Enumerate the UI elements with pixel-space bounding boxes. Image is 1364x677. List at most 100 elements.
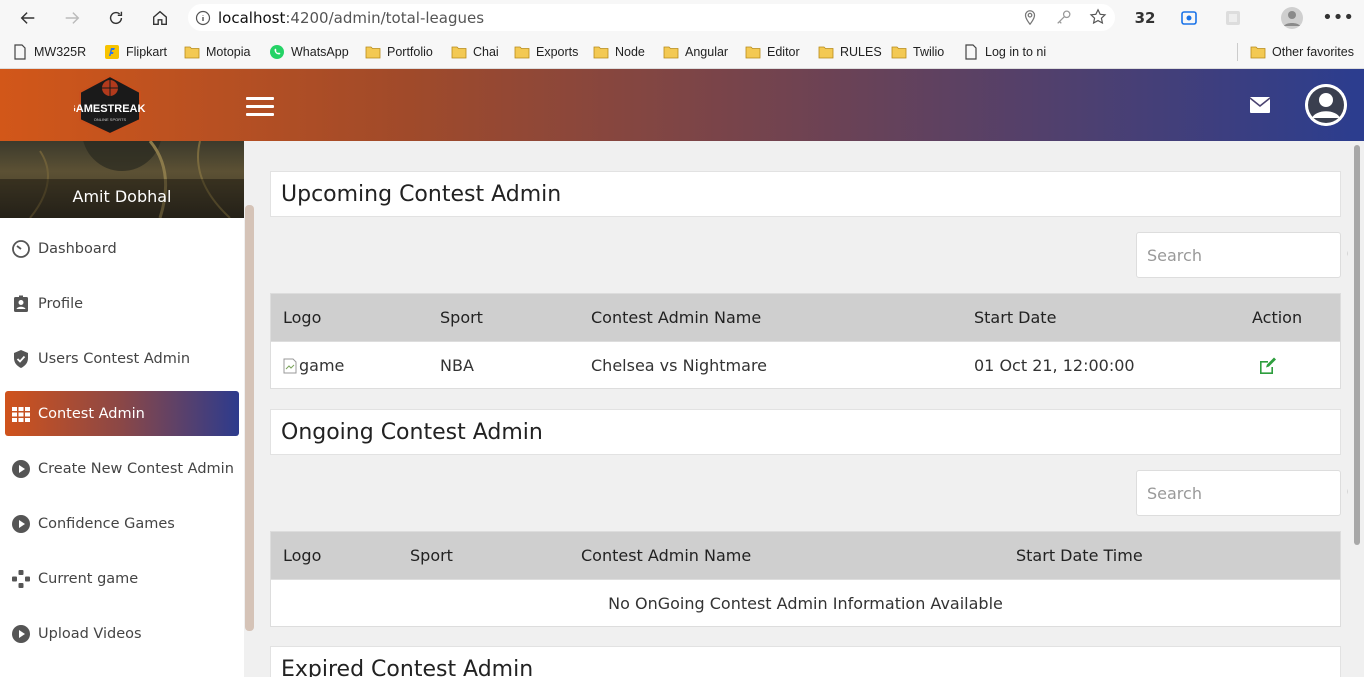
bookmark-label: WhatsApp (291, 45, 349, 59)
bookmark-item[interactable]: WhatsApp (269, 42, 349, 62)
more-dots-icon: ••• (1322, 7, 1354, 28)
sidebar-item-current-game[interactable]: Current game (5, 556, 239, 601)
folder-icon (184, 46, 200, 59)
forward-button[interactable] (50, 0, 94, 35)
folder-icon (891, 46, 907, 59)
bookmark-item[interactable]: Editor (745, 42, 800, 62)
site-info-icon[interactable] (188, 10, 218, 26)
back-arrow-icon (20, 11, 35, 24)
key-icon[interactable] (1055, 8, 1073, 26)
main-content: Upcoming Contest Admin Logo Sport Contes… (256, 141, 1348, 677)
column-header: Sport (440, 308, 483, 327)
bookmarks-divider (1237, 43, 1238, 61)
sidebar-item-dashboard[interactable]: Dashboard (5, 226, 239, 271)
page-scrollbar[interactable] (1348, 141, 1364, 677)
sidebar: Amit Dobhal Dashboard Profile Users Cont… (0, 141, 244, 677)
profile-banner: Amit Dobhal (0, 141, 244, 218)
edit-button[interactable] (1258, 342, 1278, 389)
refresh-icon (109, 11, 123, 24)
extension-badge[interactable]: 32 (1130, 0, 1160, 35)
game-logo-image: game (283, 342, 344, 389)
bookmark-label: Node (615, 45, 645, 59)
shield-check-icon (14, 349, 28, 368)
bookmark-item[interactable]: Flipkart (104, 42, 167, 62)
column-header: Start Date (974, 308, 1057, 327)
logo-text: GAMESTREAKS (74, 103, 146, 115)
sidebar-item-contest-admin[interactable]: Contest Admin (5, 391, 239, 436)
bookmark-label: Motopia (206, 45, 251, 59)
start-date-cell: 01 Oct 21, 12:00:00 (974, 356, 1135, 375)
ongoing-search-input[interactable] (1137, 483, 1347, 503)
more-menu-button[interactable]: ••• (1322, 0, 1354, 35)
back-button[interactable] (6, 0, 50, 35)
upcoming-search-input[interactable] (1137, 245, 1347, 265)
ongoing-table: Logo Sport Contest Admin Name Start Date… (270, 531, 1341, 627)
mail-icon (1249, 97, 1271, 113)
sidebar-item-profile[interactable]: Profile (5, 281, 239, 326)
flipkart-icon (105, 45, 119, 59)
sidebar-item-confidence-games[interactable]: Confidence Games (5, 501, 239, 546)
folder-icon (514, 46, 530, 59)
bookmark-item[interactable]: Log in to ni (963, 42, 1046, 62)
sidebar-item-create-new-contest-admin[interactable]: Create New Contest Admin (5, 446, 239, 491)
column-header: Contest Admin Name (581, 546, 752, 565)
bookmark-item[interactable]: Angular (663, 42, 728, 62)
bookmark-item[interactable]: Twilio (891, 42, 944, 62)
folder-icon (451, 46, 467, 59)
sidebar-item-users-contest-admin[interactable]: Users Contest Admin (5, 336, 239, 381)
column-header: Logo (283, 546, 322, 565)
mail-button[interactable] (1249, 96, 1271, 114)
user-avatar[interactable] (1305, 84, 1347, 126)
folder-icon (593, 46, 609, 59)
table-header: Logo Sport Contest Admin Name Start Date… (271, 532, 1340, 579)
browser-profile-button[interactable] (1278, 0, 1306, 35)
bookmark-item[interactable]: Other favorites (1250, 42, 1354, 62)
bookmark-item[interactable]: Portfolio (365, 42, 433, 62)
extension-puzzle[interactable] (1221, 0, 1245, 35)
url-host: localhost (218, 8, 286, 27)
home-button[interactable] (138, 0, 182, 35)
empty-state-row: No OnGoing Contest Admin Information Ava… (271, 579, 1340, 626)
ongoing-search[interactable] (1136, 470, 1348, 516)
logo-subtext: ONLINE SPORTS (94, 117, 127, 122)
bookmark-item[interactable]: Motopia (184, 42, 250, 62)
bookmark-label: Log in to ni (985, 45, 1047, 59)
sidebar-item-label: Contest Admin (38, 405, 145, 422)
location-icon[interactable] (1021, 8, 1039, 26)
column-header: Contest Admin Name (591, 308, 762, 327)
logo-alt-text: game (299, 356, 345, 375)
sidebar-item-upload-videos[interactable]: Upload Videos (5, 611, 239, 656)
column-header: Sport (410, 546, 453, 565)
sidebar-scrollbar[interactable] (244, 141, 256, 677)
bookmarks-bar: MW325R Flipkart Motopia WhatsApp Portfol… (0, 35, 1364, 69)
profile-icon (14, 295, 28, 312)
sidebar-item-label: Profile (38, 295, 84, 312)
url-path: :4200/admin/total-leagues (285, 8, 485, 27)
upcoming-section-title: Upcoming Contest Admin (270, 171, 1341, 217)
capture-icon (1181, 10, 1197, 25)
refresh-button[interactable] (94, 0, 138, 35)
favorite-star-icon[interactable] (1089, 8, 1107, 26)
hamburger-menu-icon[interactable] (246, 97, 274, 117)
upcoming-search[interactable] (1136, 232, 1348, 278)
address-bar[interactable]: localhost:4200/admin/total-leagues (188, 4, 1115, 31)
expired-section-title: Expired Contest Admin (270, 646, 1341, 677)
whatsapp-icon (270, 45, 284, 59)
user-avatar-icon (1281, 6, 1303, 29)
bookmark-label: Other favorites (1272, 45, 1354, 59)
bookmark-item[interactable]: Chai (451, 42, 499, 62)
gamestreaks-logo[interactable]: GAMESTREAKS ONLINE SPORTS (67, 74, 153, 136)
browser-toolbar: localhost:4200/admin/total-leagues 32 ••… (0, 0, 1364, 35)
play-circle-icon (12, 459, 30, 478)
screen-capture-extension[interactable] (1177, 0, 1201, 35)
bookmark-item[interactable]: MW325R (12, 42, 86, 62)
bookmark-item[interactable]: Node (593, 42, 645, 62)
folder-icon (365, 46, 381, 59)
grid-icon (12, 406, 30, 422)
gamepad-icon (12, 569, 30, 588)
bookmark-item[interactable]: RULES (818, 42, 882, 62)
bookmark-label: Twilio (913, 45, 945, 59)
sidebar-item-label: Dashboard (38, 240, 117, 257)
bookmark-label: Exports (536, 45, 579, 59)
bookmark-item[interactable]: Exports (514, 42, 578, 62)
